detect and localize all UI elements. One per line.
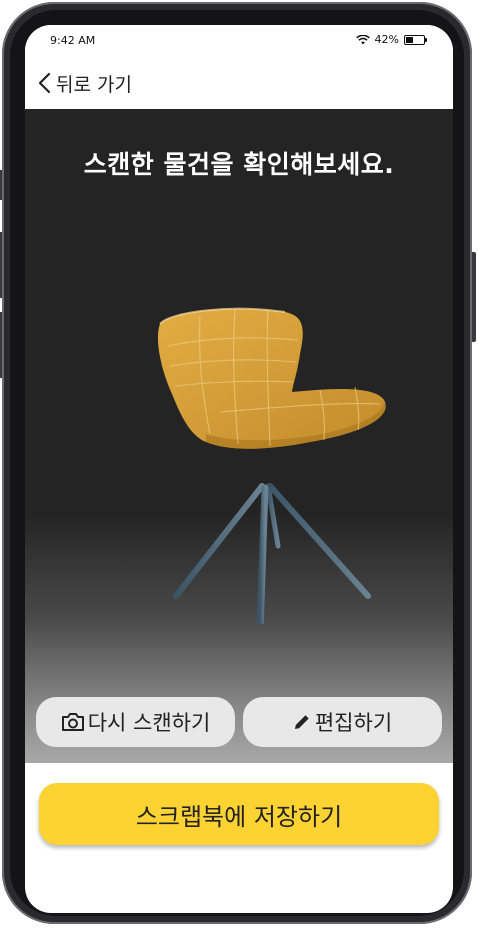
wifi-icon: [355, 34, 370, 44]
battery-percentage: 42%: [374, 33, 399, 46]
chair-3d-model[interactable]: [110, 284, 390, 624]
chair-seat: [157, 307, 386, 449]
chevron-left-icon: [38, 72, 51, 94]
back-label: 뒤로 가기: [56, 73, 132, 96]
volume-up-button: [0, 232, 2, 298]
scan-preview-area: 스캔한 물건을 확인해보세요. 다시 스캔하기 편집하기: [25, 109, 453, 763]
app-screen: 9:42 AM 42% 뒤로 가기 스캔한 물건을 확인해보세요. 다시 스캔하…: [25, 25, 453, 913]
volume-down-button: [0, 312, 2, 378]
back-button[interactable]: 뒤로 가기: [37, 67, 132, 99]
battery-level: [406, 36, 413, 43]
save-label: 스크랩북에 저장하기: [135, 802, 343, 831]
status-time: 9:42 AM: [50, 34, 96, 47]
rescan-button[interactable]: 다시 스캔하기: [36, 697, 235, 747]
action-row: 다시 스캔하기 편집하기: [25, 697, 453, 749]
rescan-label: 다시 스캔하기: [87, 711, 211, 735]
edit-button[interactable]: 편집하기: [243, 697, 442, 747]
edit-label: 편집하기: [314, 711, 393, 735]
scan-title: 스캔한 물건을 확인해보세요.: [83, 150, 395, 179]
status-indicators: 42%: [355, 33, 427, 46]
chair-legs: [173, 445, 371, 624]
camera-icon: [61, 713, 84, 731]
mute-switch: [0, 170, 2, 200]
navigation-bar: 뒤로 가기: [25, 57, 453, 109]
battery-icon: [404, 34, 427, 45]
status-bar: 9:42 AM 42%: [25, 25, 453, 57]
pencil-icon: [294, 715, 309, 729]
save-to-scrapbook-button[interactable]: 스크랩북에 저장하기: [39, 783, 439, 845]
power-button: [472, 252, 476, 342]
